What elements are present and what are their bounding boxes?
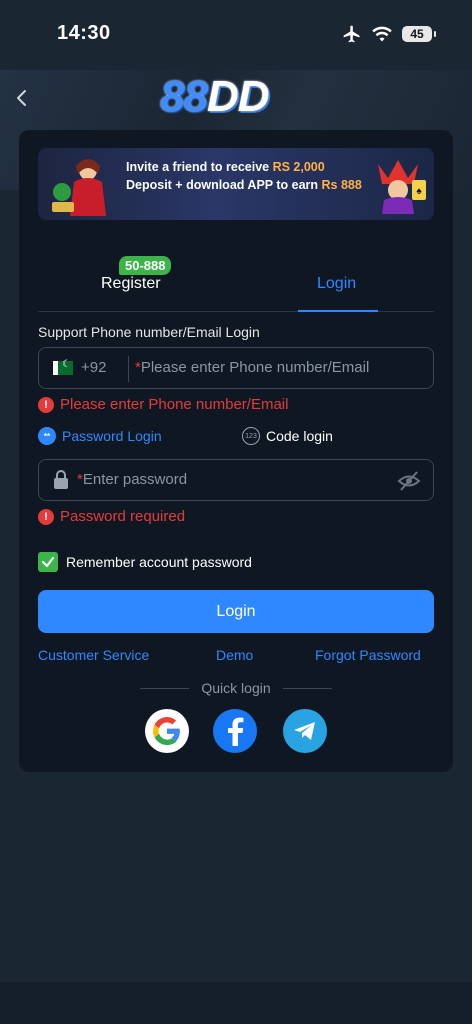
pakistan-flag-icon[interactable] bbox=[53, 359, 73, 375]
error-icon: ! bbox=[38, 396, 54, 413]
tab-register[interactable]: Register bbox=[101, 275, 161, 293]
quick-login-divider: Quick login bbox=[140, 679, 333, 697]
field-divider bbox=[128, 356, 129, 382]
password-login-option[interactable]: ** Password Login bbox=[38, 427, 162, 445]
register-bonus-badge: 50-888 bbox=[119, 256, 172, 275]
quick-login-label: Quick login bbox=[201, 680, 271, 696]
logo-part-b: DD bbox=[206, 72, 270, 121]
facebook-login-button[interactable] bbox=[213, 709, 257, 753]
promo-woman-illustration bbox=[52, 159, 106, 216]
promo-banner[interactable]: Invite a friend to receive RS 2,000 Depo… bbox=[38, 148, 434, 220]
promo-line-1: Invite a friend to receive RS 2,000 bbox=[126, 160, 325, 174]
eye-hidden-icon[interactable] bbox=[397, 470, 421, 492]
password-error-message: ! Password required bbox=[38, 508, 185, 525]
login-button[interactable]: Login bbox=[38, 590, 434, 633]
forgot-password-link[interactable]: Forgot Password bbox=[315, 647, 421, 663]
phone-error-message: ! Please enter Phone number/Email bbox=[38, 396, 288, 413]
svg-text:♠: ♠ bbox=[416, 186, 422, 197]
status-bar: 14:30 45 bbox=[0, 0, 472, 70]
clock: 14:30 bbox=[57, 22, 111, 44]
divider-line bbox=[140, 687, 190, 689]
google-login-button[interactable] bbox=[145, 709, 189, 753]
brand-logo: 88DD bbox=[160, 72, 270, 122]
wifi-icon bbox=[372, 26, 392, 42]
promo-line-2: Deposit + download APP to earn Rs 888 bbox=[126, 178, 362, 192]
login-mode-switch: ** Password Login 123 Code login bbox=[38, 427, 434, 447]
code-123-icon: 123 bbox=[242, 427, 260, 445]
phone-email-field[interactable]: +92 *Please enter Phone number/Email bbox=[38, 347, 434, 389]
country-code[interactable]: +92 bbox=[81, 359, 106, 376]
demo-link[interactable]: Demo bbox=[216, 647, 253, 663]
remember-label: Remember account password bbox=[66, 554, 252, 570]
phone-email-placeholder: *Please enter Phone number/Email bbox=[135, 359, 370, 376]
lock-icon bbox=[54, 470, 68, 489]
telegram-login-button[interactable] bbox=[283, 709, 327, 753]
airplane-icon bbox=[343, 25, 360, 43]
code-login-option[interactable]: 123 Code login bbox=[242, 427, 333, 445]
checkmark-icon[interactable] bbox=[38, 552, 58, 572]
divider-line bbox=[282, 687, 333, 689]
error-icon: ! bbox=[38, 508, 54, 525]
password-placeholder: *Enter password bbox=[77, 471, 188, 488]
promo-amount-1: RS 2,000 bbox=[272, 160, 325, 174]
auth-tabs: Register Login bbox=[38, 270, 434, 312]
promo-joker-illustration: ♠ bbox=[378, 160, 426, 214]
login-card bbox=[19, 130, 453, 772]
back-arrow-icon[interactable] bbox=[12, 86, 32, 110]
remember-password-checkbox[interactable]: Remember account password bbox=[38, 552, 252, 572]
tab-login[interactable]: Login bbox=[317, 275, 356, 293]
battery-indicator: 45 bbox=[402, 26, 436, 42]
password-dots-icon: ** bbox=[38, 427, 56, 445]
customer-service-link[interactable]: Customer Service bbox=[38, 647, 149, 663]
facebook-icon bbox=[228, 717, 244, 746]
password-field[interactable]: *Enter password bbox=[38, 459, 434, 501]
google-icon bbox=[153, 717, 180, 745]
telegram-icon bbox=[294, 722, 315, 740]
promo-amount-2: Rs 888 bbox=[321, 178, 362, 192]
logo-part-a: 88 bbox=[160, 72, 208, 121]
support-label: Support Phone number/Email Login bbox=[38, 324, 260, 340]
active-tab-underline bbox=[298, 310, 378, 312]
bottom-bar bbox=[0, 982, 472, 1024]
status-icons: 45 bbox=[342, 24, 436, 44]
